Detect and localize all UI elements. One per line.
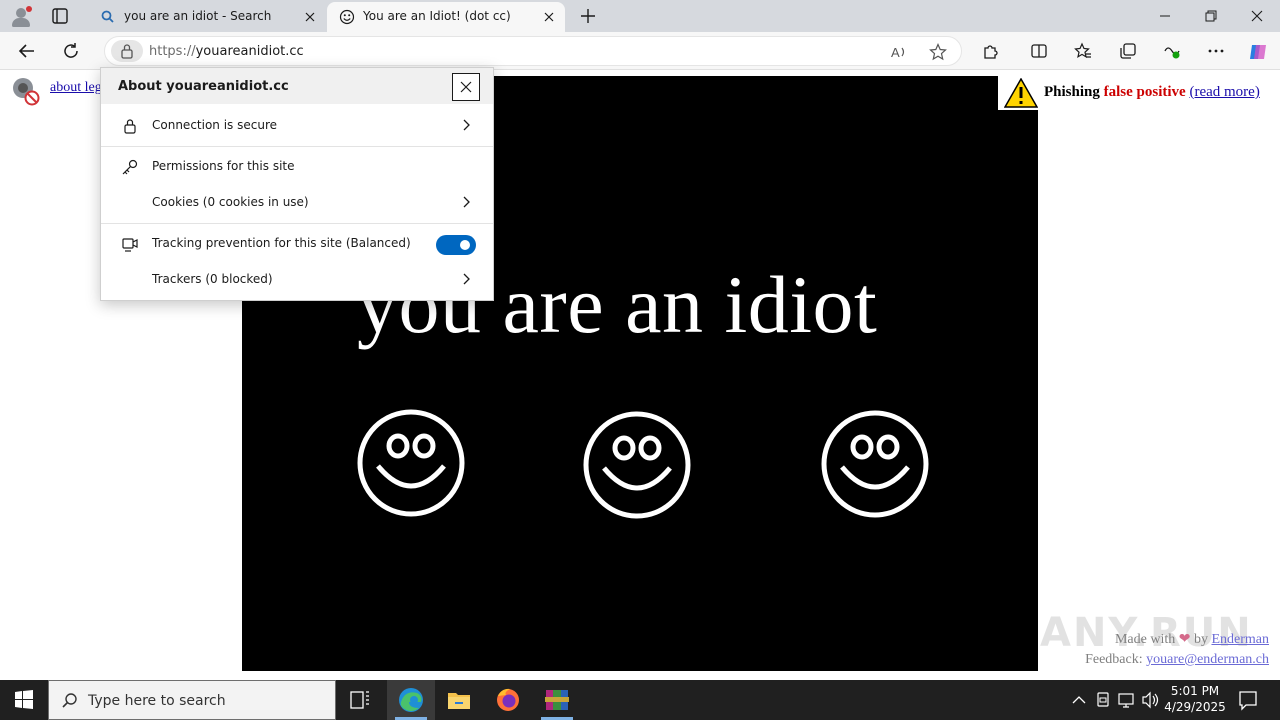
tracking-toggle[interactable] xyxy=(436,235,476,255)
tab-actions-icon[interactable] xyxy=(50,6,70,26)
heart-icon: ❤ xyxy=(1178,632,1191,647)
edge-taskbar-icon[interactable] xyxy=(387,680,435,720)
close-icon[interactable] xyxy=(302,9,318,25)
avatar-head xyxy=(16,8,26,18)
phishing-text: Phishing false positive (read more) xyxy=(1044,84,1260,101)
url-protocol: https:// xyxy=(149,44,196,59)
search-icon xyxy=(100,9,116,25)
tracking-label: Tracking prevention for this site (Balan… xyxy=(152,236,411,250)
clock-date: 4/29/2025 xyxy=(1164,700,1226,714)
task-view-button[interactable] xyxy=(336,680,384,720)
search-icon xyxy=(61,692,79,710)
popup-title: About youareanidiot.cc xyxy=(118,79,289,94)
svg-text:A: A xyxy=(891,45,900,60)
start-button[interactable] xyxy=(0,680,48,720)
phishing-notice: Phishing false positive (read more) xyxy=(998,76,1280,110)
address-bar[interactable]: https://youareanidiot.cc A xyxy=(104,36,962,66)
credit-by: by xyxy=(1190,632,1212,647)
url-text[interactable]: https://youareanidiot.cc xyxy=(149,44,304,59)
back-button[interactable] xyxy=(14,38,40,64)
cookies-row[interactable]: Cookies (0 cookies in use) xyxy=(101,184,493,220)
copilot-icon[interactable] xyxy=(1244,38,1270,64)
smiley-face-icon xyxy=(582,410,692,520)
false-positive-label: false positive xyxy=(1103,84,1186,100)
close-window-button[interactable] xyxy=(1234,0,1280,32)
close-icon[interactable] xyxy=(541,9,557,25)
tracking-row[interactable]: Tracking prevention for this site (Balan… xyxy=(101,225,493,261)
extensions-icon[interactable] xyxy=(978,38,1004,64)
footer-credit: Made with ❤ by Enderman Feedback: youare… xyxy=(1085,630,1269,670)
permissions-label: Permissions for this site xyxy=(152,159,295,173)
chevron-right-icon xyxy=(459,118,473,132)
popup-close-button[interactable] xyxy=(452,73,480,101)
network-icon[interactable] xyxy=(1116,680,1138,720)
favorite-star-icon[interactable] xyxy=(925,39,951,65)
no-audio-icon[interactable] xyxy=(10,76,40,106)
tab-youareanidiot[interactable]: You are an Idiot! (dot cc) xyxy=(327,2,565,32)
winrar-icon[interactable] xyxy=(533,680,581,720)
refresh-button[interactable] xyxy=(58,38,84,64)
key-icon xyxy=(121,158,139,176)
browser-essentials-icon[interactable] xyxy=(1159,38,1185,64)
settings-more-icon[interactable] xyxy=(1203,38,1229,64)
site-info-button[interactable] xyxy=(111,40,143,62)
system-clock[interactable]: 5:01 PM 4/29/2025 xyxy=(1160,683,1230,715)
file-explorer-icon[interactable] xyxy=(435,680,483,720)
url-host: youareanidiot.cc xyxy=(195,44,304,59)
phishing-prefix: Phishing xyxy=(1044,84,1104,100)
taskbar-search[interactable]: Type here to search xyxy=(48,680,336,720)
chevron-right-icon xyxy=(459,272,473,286)
site-info-popup: About youareanidiot.cc Connection is sec… xyxy=(100,67,494,301)
chevron-right-icon xyxy=(459,195,473,209)
tab-search[interactable]: you are an idiot - Search xyxy=(88,2,326,32)
taskbar-search-placeholder: Type here to search xyxy=(88,693,226,709)
feedback-email-link[interactable]: youare@enderman.ch xyxy=(1146,652,1269,667)
volume-icon[interactable] xyxy=(1140,680,1162,720)
device-tray-icon[interactable] xyxy=(1092,680,1114,720)
smiley-face-icon xyxy=(820,409,930,519)
tab-label: you are an idiot - Search xyxy=(124,9,272,23)
smiley-face-icon xyxy=(356,408,466,518)
new-tab-button[interactable] xyxy=(578,6,598,26)
lock-icon xyxy=(121,117,139,135)
notification-dot xyxy=(26,6,32,12)
feedback-label: Feedback: xyxy=(1085,652,1147,667)
trackers-row[interactable]: Trackers (0 blocked) xyxy=(101,261,493,297)
trackers-label: Trackers (0 blocked) xyxy=(152,272,273,286)
notifications-icon[interactable] xyxy=(1234,680,1262,720)
permissions-row[interactable]: Permissions for this site xyxy=(101,148,493,184)
taskbar: Type here to search 5:01 PM 4/29/2025 xyxy=(0,680,1280,720)
tracking-camera-icon xyxy=(121,235,139,253)
tab-strip: you are an idiot - Search You are an Idi… xyxy=(0,0,1280,32)
collections-icon[interactable] xyxy=(1115,38,1141,64)
favorites-icon[interactable] xyxy=(1070,38,1096,64)
connection-row[interactable]: Connection is secure xyxy=(101,107,493,143)
firefox-icon[interactable] xyxy=(484,680,532,720)
about-link[interactable]: about leg xyxy=(50,80,102,96)
credit-line: Made with ❤ by Enderman xyxy=(1085,630,1269,650)
feedback-line: Feedback: youare@enderman.ch xyxy=(1085,650,1269,670)
browser-toolbar: https://youareanidiot.cc A xyxy=(0,32,1280,70)
clock-time: 5:01 PM xyxy=(1170,684,1220,698)
tab-label: You are an Idiot! (dot cc) xyxy=(363,9,511,23)
avatar-body xyxy=(12,18,30,27)
split-screen-icon[interactable] xyxy=(1026,38,1052,64)
show-hidden-icons[interactable] xyxy=(1068,680,1090,720)
read-aloud-icon[interactable]: A xyxy=(886,39,912,65)
toggle-knob xyxy=(460,240,470,250)
smiley-icon xyxy=(339,9,355,25)
read-more-link[interactable]: (read more) xyxy=(1189,84,1259,100)
cookies-label: Cookies (0 cookies in use) xyxy=(152,195,309,209)
divider xyxy=(101,146,493,147)
restore-button[interactable] xyxy=(1188,0,1234,32)
profile-avatar[interactable] xyxy=(10,6,32,28)
warning-icon xyxy=(1003,77,1039,108)
credit-prefix: Made with xyxy=(1114,632,1179,647)
divider xyxy=(101,223,493,224)
minimize-button[interactable] xyxy=(1142,0,1188,32)
connection-label: Connection is secure xyxy=(152,118,278,132)
author-link[interactable]: Enderman xyxy=(1211,632,1269,647)
popup-header: About youareanidiot.cc xyxy=(101,68,493,104)
